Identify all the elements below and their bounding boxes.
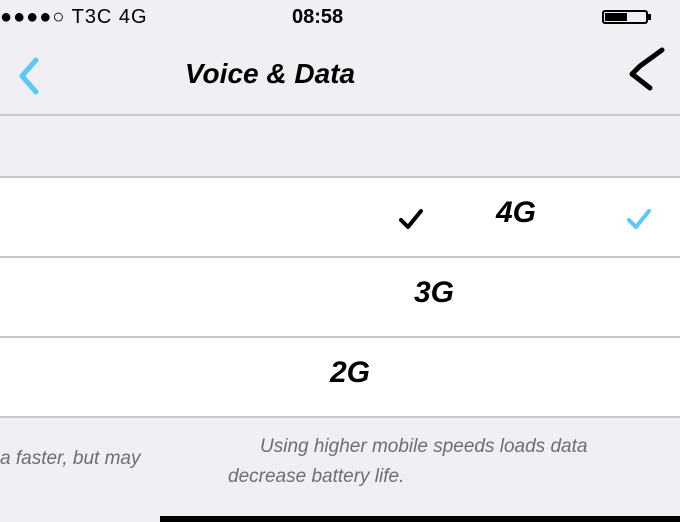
carrier-signal: ●●●●○ T3C 4G [0,6,148,28]
option-label: 2G [330,356,371,389]
separator [0,416,680,418]
footer-text-fragment: a faster, but may [0,448,141,469]
option-label: 3G [414,276,455,309]
checkmark-icon-dark [399,209,423,229]
status-time: 08:58 [292,6,344,28]
option-4g[interactable]: 4G [0,178,680,256]
battery-icon [602,10,652,26]
footer-text-line1: Using higher mobile speeds loads data [260,436,588,457]
option-3g[interactable]: 3G [0,258,680,336]
navigation-bar: Voice & Data [0,34,680,116]
footer-text-line2: decrease battery life. [228,466,405,487]
page-title: Voice & Data [184,58,356,89]
bottom-edge [160,516,680,522]
chevron-left-icon-dark [629,47,665,91]
status-bar: ●●●●○ T3C 4G 08:58 [0,0,680,34]
option-2g[interactable]: 2G [0,338,680,416]
option-label: 4G [496,196,537,229]
checkmark-icon [627,209,651,229]
